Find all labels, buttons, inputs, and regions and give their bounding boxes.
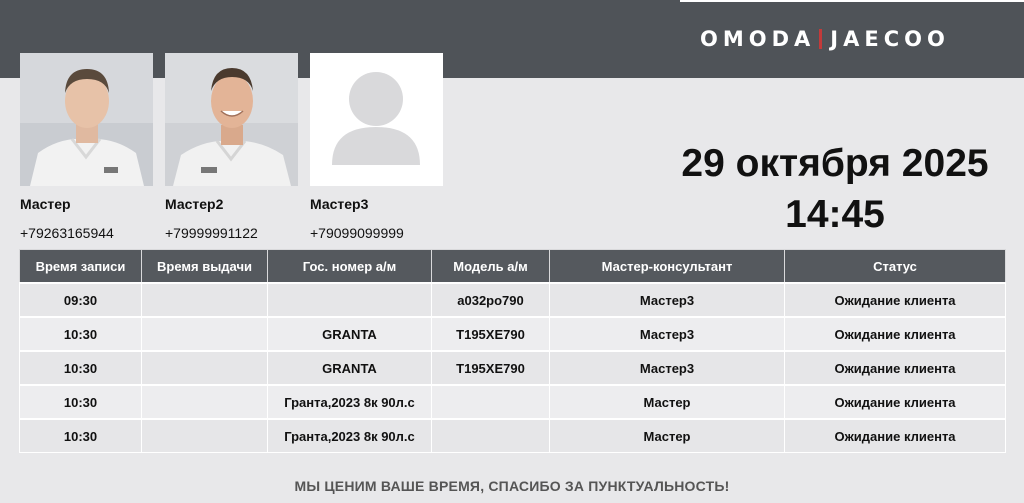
master-name: Мастер3 [310, 196, 369, 212]
logo-omoda: OMODA [700, 27, 816, 51]
table-cell: Ожидание клиента [784, 384, 1006, 420]
table-cell: 09:30 [19, 282, 142, 318]
table-header-row: Время записи Время выдачи Гос. номер а/м… [19, 249, 1006, 284]
footer-message: МЫ ЦЕНИМ ВАШЕ ВРЕМЯ, СПАСИБО ЗА ПУНКТУАЛ… [294, 478, 730, 494]
column-header: Гос. номер а/м [267, 249, 432, 284]
table-cell: Ожидание клиента [784, 418, 1006, 453]
table-cell: Ожидание клиента [784, 282, 1006, 318]
schedule-table: Время записи Время выдачи Гос. номер а/м… [19, 249, 1006, 453]
master-card-3: Мастер3 +79099099999 [310, 53, 443, 241]
table-cell: 10:30 [19, 418, 142, 453]
current-date: 29 октября 2025 [681, 142, 989, 185]
header-divider [680, 0, 1024, 2]
master-phone: +79099099999 [310, 225, 404, 241]
master-card-2: Мастер2 +79999991122 [165, 53, 298, 241]
master-photo [165, 53, 298, 186]
master-card-1: Мастер +79263165944 [20, 53, 153, 241]
master-name: Мастер [20, 196, 71, 212]
table-cell [267, 282, 432, 318]
master-phone: +79263165944 [20, 225, 114, 241]
table-cell [141, 350, 268, 386]
brand-logo: OMODA JAECOO [700, 27, 950, 51]
table-row: 10:30 Гранта,2023 8к 90л.с Мастер Ожидан… [19, 384, 1006, 420]
table-cell: Мастер3 [549, 282, 785, 318]
column-header: Мастер-консультант [549, 249, 785, 284]
table-cell [141, 316, 268, 352]
table-cell: Ожидание клиента [784, 350, 1006, 386]
placeholder-avatar-icon [310, 53, 443, 186]
current-time: 14:45 [785, 193, 885, 236]
table-cell: 10:30 [19, 350, 142, 386]
column-header: Время записи [19, 249, 142, 284]
table-row: 09:30 а032ро790 Мастер3 Ожидание клиента [19, 282, 1006, 318]
table-cell: 10:30 [19, 384, 142, 420]
master-photo [20, 53, 153, 186]
table-cell: Мастер3 [549, 316, 785, 352]
table-cell: Мастер [549, 384, 785, 420]
table-cell: Т195ХЕ790 [431, 316, 550, 352]
column-header: Время выдачи [141, 249, 268, 284]
column-header: Статус [784, 249, 1006, 284]
table-cell [431, 384, 550, 420]
table-cell [141, 282, 268, 318]
table-cell: Мастер3 [549, 350, 785, 386]
table-row: 10:30 GRANTA Т195ХЕ790 Мастер3 Ожидание … [19, 350, 1006, 386]
table-cell: Ожидание клиента [784, 316, 1006, 352]
table-cell: 10:30 [19, 316, 142, 352]
table-cell: GRANTA [267, 316, 432, 352]
table-cell [141, 418, 268, 453]
header-band: OMODA JAECOO [0, 0, 1024, 78]
master-phone: +79999991122 [165, 225, 258, 241]
logo-separator [819, 29, 823, 49]
column-header: Модель а/м [431, 249, 550, 284]
logo-jaecoo: JAECOO [830, 27, 950, 51]
table-cell [141, 384, 268, 420]
table-cell: Гранта,2023 8к 90л.с [267, 418, 432, 453]
table-cell: а032ро790 [431, 282, 550, 318]
table-row: 10:30 Гранта,2023 8к 90л.с Мастер Ожидан… [19, 418, 1006, 453]
table-cell [431, 418, 550, 453]
table-cell: GRANTA [267, 350, 432, 386]
table-cell: Мастер [549, 418, 785, 453]
table-cell: Т195ХЕ790 [431, 350, 550, 386]
table-row: 10:30 GRANTA Т195ХЕ790 Мастер3 Ожидание … [19, 316, 1006, 352]
table-cell: Гранта,2023 8к 90л.с [267, 384, 432, 420]
master-name: Мастер2 [165, 196, 224, 212]
